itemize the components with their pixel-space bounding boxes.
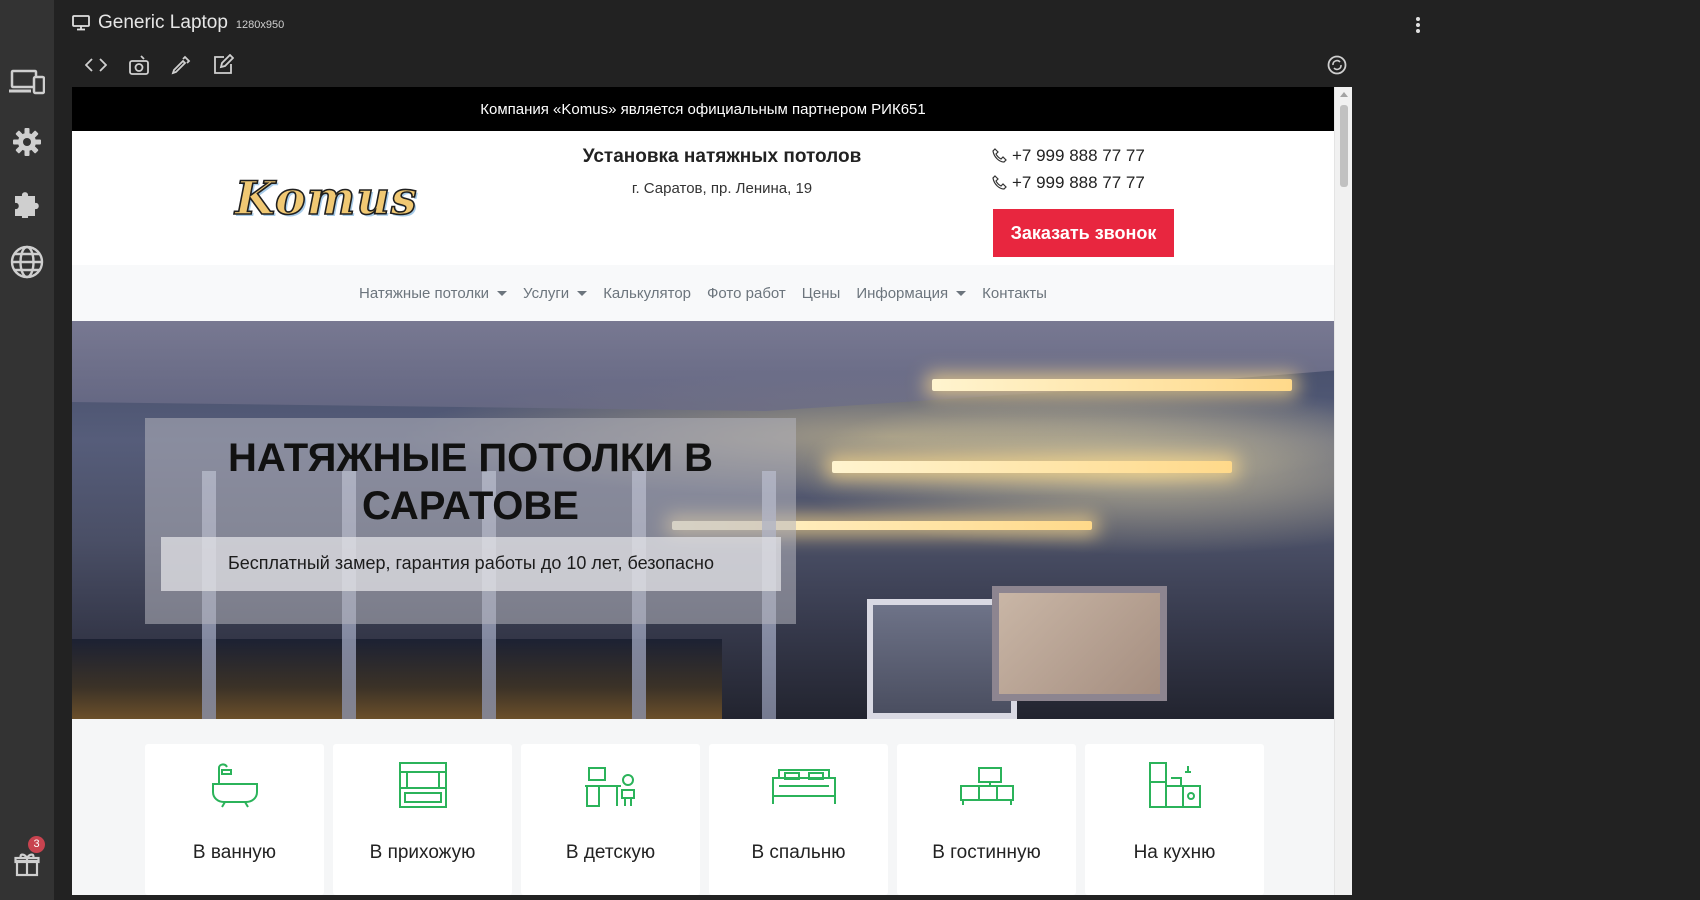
settings-button[interactable] — [0, 120, 54, 164]
kids-desk-icon — [585, 767, 635, 807]
gear-icon — [13, 128, 41, 156]
website: Компания «Komus» является официальным па… — [72, 87, 1334, 895]
nav-item-services[interactable]: Услуги — [523, 284, 588, 302]
room-card-bathroom[interactable]: В ванную — [145, 744, 324, 895]
phone-icon — [992, 148, 1007, 163]
device-viewport: Компания «Komus» является официальным па… — [72, 87, 1352, 895]
nav-item-label: Цены — [801, 284, 841, 302]
puzzle-icon — [15, 192, 39, 218]
notification-badge: 3 — [28, 836, 45, 853]
room-card-label: В гостинную — [932, 842, 1041, 863]
bed-icon — [772, 769, 836, 804]
rotate-icon — [1327, 55, 1347, 75]
nav-item-information[interactable]: Информация — [856, 284, 967, 302]
left-sidebar: 3 — [0, 0, 54, 900]
edit-button[interactable] — [208, 50, 238, 80]
phone-link[interactable]: +7 999 888 77 77 — [992, 146, 1145, 166]
gift-button[interactable]: 3 — [0, 836, 54, 886]
room-card-bedroom[interactable]: В спальню — [709, 744, 888, 895]
site-header: Komus Установка натяжных потолов г. Сара… — [72, 131, 1334, 265]
color-picker-button[interactable] — [166, 50, 196, 80]
ceiling-light — [832, 461, 1232, 473]
devices-button[interactable] — [0, 60, 54, 104]
devices-icon — [9, 69, 45, 95]
ceiling-image-layer — [72, 321, 1334, 411]
nav-item-label: Услуги — [523, 284, 570, 302]
caret-down-icon — [956, 290, 967, 296]
nav-item-label: Натяжные потолки — [359, 284, 490, 302]
nav-item-contacts[interactable]: Контакты — [982, 285, 1047, 302]
nav-item-label: Фото работ — [707, 284, 786, 302]
nav-item-stretch-ceilings[interactable]: Натяжные потолки — [359, 284, 508, 302]
hero-title: НАТЯЖНЫЕ ПОТОЛКИ В САРАТОВЕ — [227, 436, 714, 528]
announcement-text: Компания «Komus» является официальным па… — [480, 100, 926, 118]
room-categories: В ванную В прихожую В детскую В спальню … — [72, 719, 1334, 895]
caret-down-icon — [577, 290, 588, 296]
device-title: Generic Laptop — [98, 12, 228, 33]
callback-button[interactable]: Заказать звонок — [993, 209, 1174, 257]
scrollbar-thumb[interactable] — [1340, 105, 1348, 187]
nav-item-prices[interactable]: Цены — [802, 285, 841, 302]
site-logo[interactable]: Komus — [234, 170, 418, 226]
nav-item-calculator[interactable]: Калькулятор — [603, 285, 691, 302]
room-card-label: В ванную — [192, 842, 277, 863]
edit-icon — [214, 54, 234, 74]
hero-subtitle: Бесплатный замер, гарантия работы до 10 … — [227, 553, 715, 573]
phone-icon — [992, 175, 1007, 190]
room-card-label: В детскую — [565, 842, 656, 863]
monitor-icon — [72, 15, 90, 31]
wall-art-image — [992, 586, 1167, 701]
room-card-label: В спальню — [751, 842, 846, 863]
room-card-hallway[interactable]: В прихожую — [333, 744, 512, 895]
wardrobe-icon — [399, 762, 447, 808]
screenshot-button[interactable] — [124, 50, 154, 80]
scroll-up-arrow-icon[interactable] — [1340, 92, 1348, 97]
nav-item-label: Контакты — [982, 284, 1047, 302]
hero-caption: НАТЯЖНЫЕ ПОТОЛКИ В САРАТОВЕ Бесплатный з… — [145, 418, 796, 624]
hero-subtitle-box: Бесплатный замер, гарантия работы до 10 … — [161, 537, 781, 591]
phone-number: +7 999 888 77 77 — [1012, 146, 1145, 165]
code-icon — [85, 58, 107, 72]
nav-item-label: Калькулятор — [603, 284, 691, 302]
nav-item-label: Информация — [856, 284, 949, 302]
page-scrollbar[interactable] — [1334, 87, 1352, 895]
device-header: Generic Laptop 1280x950 — [72, 8, 1420, 38]
devtools-window: 3 Generic Laptop 1280x950 Компания «Komu… — [0, 0, 1700, 900]
network-button[interactable] — [0, 240, 54, 284]
device-toolbar — [72, 50, 1352, 80]
city-view-image — [72, 639, 722, 719]
room-card-kitchen[interactable]: На кухню — [1085, 744, 1264, 895]
room-card-nursery[interactable]: В детскую — [521, 744, 700, 895]
hero-banner: НАТЯЖНЫЕ ПОТОЛКИ В САРАТОВЕ Бесплатный з… — [72, 321, 1334, 719]
extensions-button[interactable] — [0, 180, 54, 224]
more-options-button[interactable] — [1412, 17, 1424, 41]
device-size: 1280x950 — [235, 19, 285, 31]
room-card-living-room[interactable]: В гостинную — [897, 744, 1076, 895]
nav-item-photos[interactable]: Фото работ — [707, 285, 786, 302]
announcement-bar: Компания «Komus» является официальным па… — [72, 87, 1334, 131]
rotate-button[interactable] — [1322, 50, 1352, 80]
room-card-label: В прихожую — [369, 842, 476, 863]
phone-number: +7 999 888 77 77 — [1012, 173, 1145, 192]
bathtub-icon — [212, 763, 258, 808]
room-card-label: На кухню — [1133, 842, 1216, 863]
site-tagline: Установка натяжных потолов — [582, 146, 862, 167]
screenshot-icon — [129, 55, 149, 75]
gift-icon — [14, 853, 40, 877]
site-address: г. Саратов, пр. Ленина, 19 — [631, 180, 813, 197]
view-source-button[interactable] — [81, 50, 111, 80]
kitchen-icon — [1149, 762, 1201, 808]
caret-down-icon — [497, 290, 508, 296]
globe-icon — [10, 245, 44, 279]
phone-link[interactable]: +7 999 888 77 77 — [992, 173, 1145, 193]
ceiling-light — [932, 379, 1292, 391]
tv-stand-icon — [960, 767, 1014, 805]
main-nav: Натяжные потолки Услуги Калькулятор Фото… — [72, 265, 1334, 321]
color-picker-icon — [171, 55, 191, 75]
